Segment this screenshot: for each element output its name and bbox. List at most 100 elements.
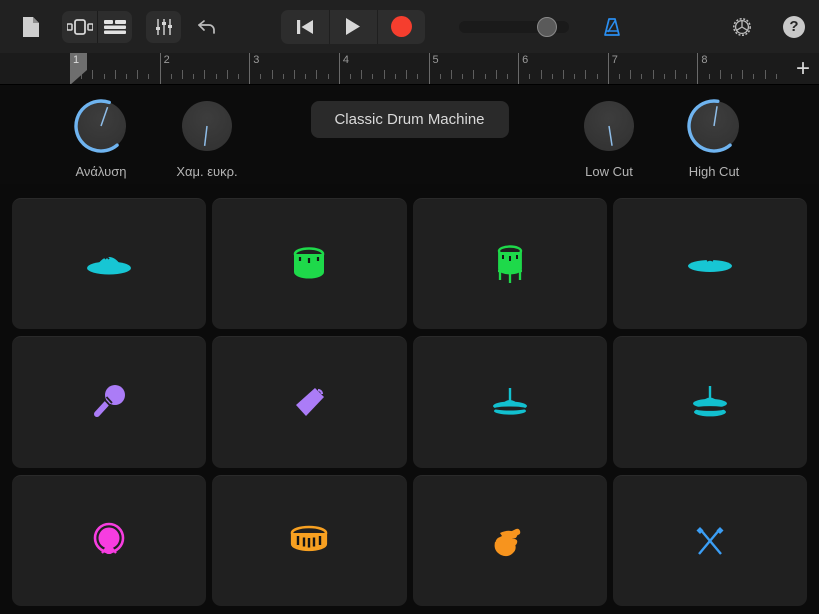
ruler-tick	[641, 74, 643, 79]
ruler-bar: 2	[159, 53, 170, 84]
cowbell-pad[interactable]	[212, 336, 407, 468]
ruler-bar-number: 5	[432, 54, 439, 66]
ruler-tick	[574, 74, 576, 79]
ruler-tick	[170, 74, 172, 79]
ruler-tick	[764, 70, 766, 79]
toolbar: ?	[0, 0, 819, 53]
gear-icon[interactable]	[725, 10, 759, 44]
undo-icon[interactable]	[191, 10, 225, 44]
knob-3[interactable]	[578, 95, 640, 157]
ruler-bar: 8	[697, 53, 708, 84]
knob-cell: High Cut	[659, 95, 769, 179]
help-button[interactable]: ?	[783, 15, 805, 38]
knob-pointer	[203, 125, 208, 146]
tom-pad[interactable]	[212, 198, 407, 330]
controls-row: Ανάλυση Χαμ. ευκρ. Low Cut High Cut Classic…	[0, 85, 819, 184]
ruler-tick	[742, 70, 744, 79]
crossed-mallets-icon	[691, 524, 729, 558]
ruler-tick	[103, 74, 105, 79]
drum-machine-app: ? 1 2 3 4 5 6 7 8 1 + Ανάλυση Χαμ. ευκρ. Low Cut H…	[0, 0, 819, 614]
ruler-tick	[361, 70, 363, 79]
kick-drum-icon	[89, 521, 129, 561]
ruler-tick	[529, 74, 531, 79]
knob-pointer	[608, 125, 613, 146]
ruler-tick	[652, 70, 654, 79]
view-list-icon[interactable]	[97, 10, 132, 43]
ruler-tick	[137, 70, 139, 79]
ruler-tick	[719, 70, 721, 79]
ruler-bar-number: 3	[253, 54, 260, 66]
timeline-ruler[interactable]: 1 2 3 4 5 6 7 8 1 +	[0, 53, 819, 85]
ruler-bar: 6	[518, 53, 528, 84]
playhead-triangle	[70, 70, 87, 84]
ride-cymbal-pad[interactable]	[612, 198, 807, 330]
ruler-tick	[495, 70, 497, 79]
ruler-tick	[126, 74, 128, 79]
knob-4[interactable]	[683, 95, 745, 157]
hihat-closed-pad[interactable]	[412, 336, 607, 468]
knob-pointer	[713, 106, 718, 127]
ruler-tick	[462, 74, 464, 79]
hihat-closed-icon	[490, 386, 530, 418]
record-icon[interactable]	[376, 9, 425, 44]
rewind-icon[interactable]	[281, 10, 329, 44]
volume-slider[interactable]	[458, 16, 569, 37]
ruler-tick	[618, 74, 620, 79]
ruler-tick	[439, 74, 441, 79]
toolbar-left-group	[14, 10, 181, 44]
ruler-bar-number: 4	[342, 54, 349, 66]
knob-label: High Cut	[688, 164, 740, 179]
snare-drum-pad[interactable]	[212, 474, 407, 606]
hihat-open-pad[interactable]	[612, 336, 807, 468]
metronome-icon[interactable]	[595, 10, 629, 44]
ruler-tick	[674, 70, 676, 79]
preset-name-button[interactable]: Classic Drum Machine	[310, 101, 509, 138]
toolbar-right-group: ?	[725, 10, 805, 44]
ruler-bar: 4	[338, 53, 349, 84]
volume-slider-knob[interactable]	[536, 16, 557, 37]
document-icon[interactable]	[14, 10, 48, 44]
hihat-open-icon	[690, 385, 730, 419]
ruler-tick	[450, 70, 452, 79]
ruler-tick	[215, 74, 217, 79]
sticks-pad[interactable]	[612, 474, 807, 606]
ruler-tick	[271, 70, 273, 79]
ruler-bar-number: 8	[701, 54, 708, 66]
ruler-tick	[294, 70, 296, 79]
knob-1[interactable]	[70, 95, 132, 157]
ruler-tick	[562, 70, 564, 79]
ruler-bar-number: 6	[522, 54, 529, 66]
mixer-faders-icon[interactable]	[146, 10, 181, 43]
add-section-button[interactable]: +	[787, 53, 819, 84]
clap-pad[interactable]	[412, 474, 607, 606]
ruler-tick	[238, 74, 240, 79]
snare-drum-icon	[288, 525, 330, 557]
playhead[interactable]: 1	[70, 53, 88, 84]
ruler-tick	[708, 74, 710, 79]
ruler-tick	[92, 70, 94, 79]
ruler-bar: 5	[428, 53, 439, 84]
ruler-tick	[182, 70, 184, 79]
view-browser-icon[interactable]	[62, 11, 97, 43]
ruler-tick	[585, 70, 587, 79]
kick-drum-pad[interactable]	[12, 474, 207, 606]
ruler-tick	[204, 70, 206, 79]
ruler-tick	[372, 74, 374, 79]
maraca-pad[interactable]	[12, 336, 207, 468]
ruler-tick	[686, 74, 688, 79]
ruler-tick	[394, 74, 396, 79]
knob-cell: Ανάλυση	[46, 95, 156, 179]
ruler-tick	[753, 74, 755, 79]
floor-tom-pad[interactable]	[412, 198, 607, 330]
tom-drum-icon	[291, 246, 327, 282]
play-icon[interactable]	[328, 9, 377, 44]
ruler-tick	[473, 70, 475, 79]
view-toggle-group	[62, 10, 132, 43]
ruler-tick	[551, 74, 553, 79]
knob-cell: Low Cut	[554, 95, 664, 179]
closed-cymbal-pad[interactable]	[12, 198, 207, 330]
knob-pointer	[100, 106, 109, 127]
record-dot	[390, 16, 412, 37]
ruler-tick	[316, 70, 318, 79]
knob-2[interactable]	[176, 95, 238, 157]
